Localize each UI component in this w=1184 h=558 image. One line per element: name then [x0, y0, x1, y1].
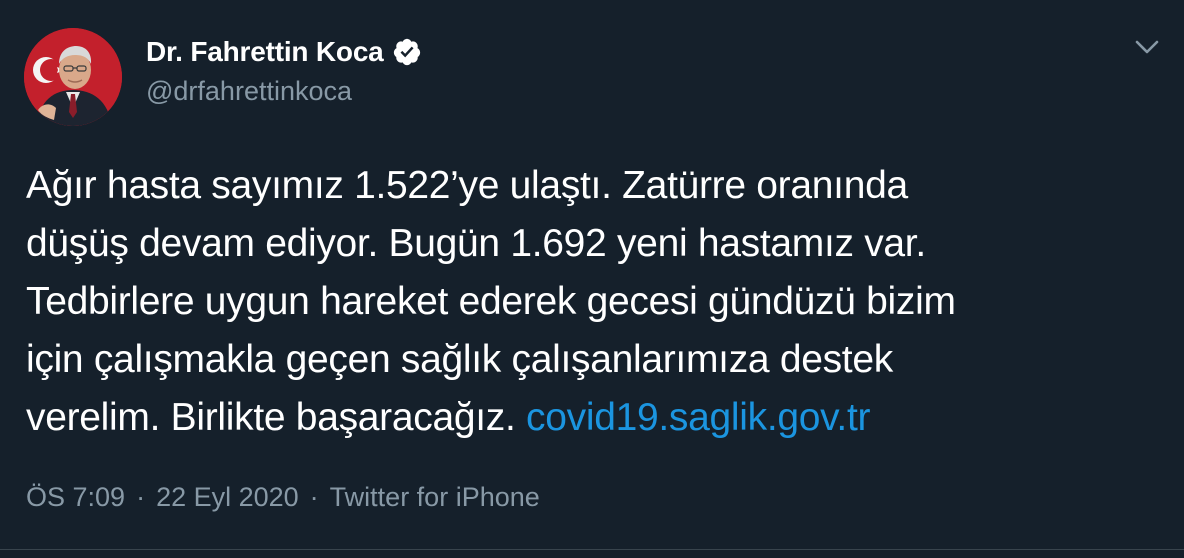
verified-badge-icon	[393, 38, 420, 66]
tweet-text-line: için çalışmakla geçen sağlık çalışanları…	[26, 338, 893, 381]
author-display-name[interactable]: Dr. Fahrettin Koca	[146, 36, 384, 68]
meta-separator: ·	[309, 482, 319, 512]
author-handle[interactable]: @drfahrettinkoca	[146, 76, 352, 107]
tweet-text-line: düşüş devam ediyor. Bugün 1.692 yeni has…	[26, 222, 926, 265]
tweet-date[interactable]: 22 Eyl 2020	[156, 482, 299, 513]
tweet-text-fragment: verelim. Birlikte başaracağız.	[26, 396, 527, 439]
tweet-link[interactable]: covid19.saglik.gov.tr	[526, 396, 870, 439]
tweet-text-line: Ağır hasta sayımız 1.522’ye ulaştı. Zatü…	[26, 164, 908, 207]
tweet-text-line-last: verelim. Birlikte başaracağız. covid19.s…	[26, 389, 1166, 447]
tweet-source[interactable]: Twitter for iPhone	[330, 482, 540, 513]
tweet-time[interactable]: ÖS 7:09	[26, 482, 125, 513]
meta-separator: ·	[136, 482, 146, 512]
tweet-text: Ağır hasta sayımız 1.522’ye ulaştı. Zatü…	[26, 157, 1166, 447]
author-name-row[interactable]: Dr. Fahrettin Koca	[146, 34, 422, 70]
tweet-metadata: ÖS 7:09 · 22 Eyl 2020 · Twitter for iPho…	[26, 482, 540, 513]
tweet-text-line: Tedbirlere uygun hareket ederek gecesi g…	[26, 280, 956, 323]
bottom-divider	[0, 549, 1184, 550]
tweet-card: Dr. Fahrettin Koca @drfahrettinkoca Ağır…	[0, 0, 1184, 558]
avatar-photo	[24, 28, 122, 126]
avatar[interactable]	[24, 28, 122, 126]
chevron-down-icon[interactable]	[1130, 34, 1164, 60]
